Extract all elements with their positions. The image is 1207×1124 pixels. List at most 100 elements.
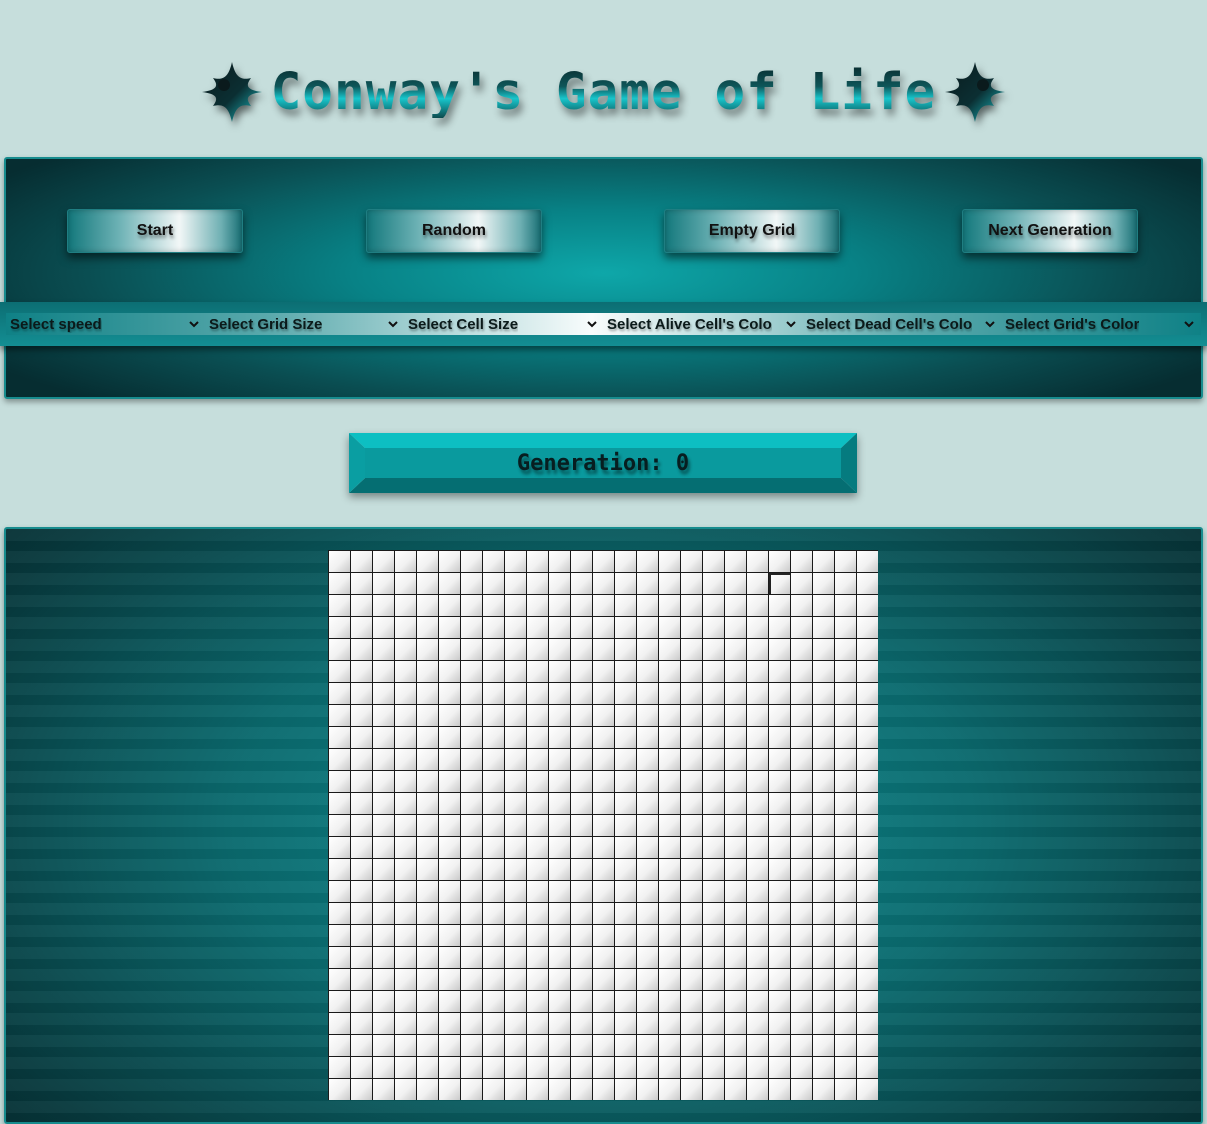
grid-cell[interactable] — [615, 1035, 636, 1056]
grid-cell[interactable] — [637, 749, 658, 770]
grid-cell[interactable] — [593, 1035, 614, 1056]
grid-cell[interactable] — [769, 837, 790, 858]
grid-cell[interactable] — [769, 661, 790, 682]
grid-cell[interactable] — [681, 1079, 702, 1100]
grid-cell[interactable] — [395, 837, 416, 858]
grid-cell[interactable] — [791, 1079, 812, 1100]
grid-cell[interactable] — [857, 661, 878, 682]
grid-cell[interactable] — [571, 639, 592, 660]
grid-cell[interactable] — [439, 771, 460, 792]
grid-cell[interactable] — [637, 837, 658, 858]
grid-cell[interactable] — [527, 991, 548, 1012]
grid-cell[interactable] — [791, 969, 812, 990]
grid-cell[interactable] — [395, 991, 416, 1012]
grid-cell[interactable] — [329, 859, 350, 880]
grid-cell[interactable] — [703, 749, 724, 770]
grid-cell[interactable] — [483, 771, 504, 792]
grid-cell[interactable] — [373, 683, 394, 704]
grid-cell[interactable] — [505, 1079, 526, 1100]
grid-cell[interactable] — [527, 881, 548, 902]
grid-cell[interactable] — [857, 837, 878, 858]
grid-cell[interactable] — [505, 705, 526, 726]
grid-cell[interactable] — [725, 859, 746, 880]
grid-cell[interactable] — [571, 947, 592, 968]
grid-cell[interactable] — [483, 727, 504, 748]
grid-cell[interactable] — [505, 903, 526, 924]
grid-cell[interactable] — [351, 969, 372, 990]
grid-cell[interactable] — [549, 617, 570, 638]
grid-cell[interactable] — [461, 705, 482, 726]
grid-cell[interactable] — [747, 595, 768, 616]
grid-cell[interactable] — [593, 683, 614, 704]
grid-cell[interactable] — [593, 793, 614, 814]
grid-cell[interactable] — [439, 881, 460, 902]
grid-cell[interactable] — [351, 903, 372, 924]
grid-cell[interactable] — [461, 639, 482, 660]
grid-cell[interactable] — [659, 661, 680, 682]
grid-cell[interactable] — [747, 1057, 768, 1078]
grid-cell[interactable] — [747, 969, 768, 990]
grid-cell[interactable] — [769, 705, 790, 726]
grid-cell[interactable] — [395, 617, 416, 638]
grid-cell[interactable] — [725, 573, 746, 594]
grid-cell[interactable] — [791, 837, 812, 858]
grid-cell[interactable] — [835, 1057, 856, 1078]
grid-cell[interactable] — [549, 683, 570, 704]
grid-cell[interactable] — [373, 727, 394, 748]
grid-cell[interactable] — [637, 947, 658, 968]
grid-cell[interactable] — [351, 837, 372, 858]
grid-cell[interactable] — [725, 1057, 746, 1078]
grid-cell[interactable] — [813, 1013, 834, 1034]
grid-cell[interactable] — [681, 1035, 702, 1056]
grid-cell[interactable] — [813, 859, 834, 880]
grid-cell[interactable] — [813, 683, 834, 704]
random-button[interactable]: Random — [366, 209, 542, 253]
grid-cell[interactable] — [857, 815, 878, 836]
grid-cell[interactable] — [637, 859, 658, 880]
grid-cell[interactable] — [395, 1079, 416, 1100]
grid-cell[interactable] — [703, 617, 724, 638]
grid-cell[interactable] — [703, 639, 724, 660]
grid-cell[interactable] — [483, 837, 504, 858]
grid-cell[interactable] — [725, 771, 746, 792]
grid-cell[interactable] — [571, 991, 592, 1012]
grid-cell[interactable] — [813, 705, 834, 726]
speed-select[interactable]: Select speed — [6, 313, 205, 335]
grid-cell[interactable] — [703, 793, 724, 814]
grid-cell[interactable] — [747, 859, 768, 880]
grid-cell[interactable] — [571, 969, 592, 990]
grid-cell[interactable] — [637, 705, 658, 726]
grid-cell[interactable] — [527, 1035, 548, 1056]
grid-cell[interactable] — [725, 815, 746, 836]
grid-cell[interactable] — [593, 1079, 614, 1100]
grid-cell[interactable] — [813, 551, 834, 572]
grid-cell[interactable] — [769, 551, 790, 572]
grid-cell[interactable] — [329, 1057, 350, 1078]
grid-cell[interactable] — [461, 793, 482, 814]
grid-cell[interactable] — [483, 859, 504, 880]
grid-cell[interactable] — [769, 595, 790, 616]
cell-size-select[interactable]: Select Cell Size — [404, 313, 603, 335]
grid-cell[interactable] — [835, 639, 856, 660]
grid-cell[interactable] — [527, 661, 548, 682]
grid-cell[interactable] — [813, 727, 834, 748]
grid-cell[interactable] — [439, 727, 460, 748]
grid-cell[interactable] — [615, 947, 636, 968]
grid-cell[interactable] — [857, 903, 878, 924]
grid-cell[interactable] — [417, 705, 438, 726]
grid-cell[interactable] — [329, 903, 350, 924]
grid-cell[interactable] — [791, 573, 812, 594]
grid-cell[interactable] — [461, 727, 482, 748]
grid-cell[interactable] — [791, 683, 812, 704]
grid-cell[interactable] — [417, 881, 438, 902]
grid-cell[interactable] — [395, 551, 416, 572]
grid-cell[interactable] — [835, 859, 856, 880]
grid-cell[interactable] — [637, 683, 658, 704]
grid-cell[interactable] — [681, 661, 702, 682]
grid-cell[interactable] — [725, 991, 746, 1012]
grid-cell[interactable] — [659, 683, 680, 704]
grid-cell[interactable] — [527, 837, 548, 858]
grid-cell[interactable] — [857, 881, 878, 902]
grid-cell[interactable] — [527, 705, 548, 726]
grid-cell[interactable] — [329, 639, 350, 660]
